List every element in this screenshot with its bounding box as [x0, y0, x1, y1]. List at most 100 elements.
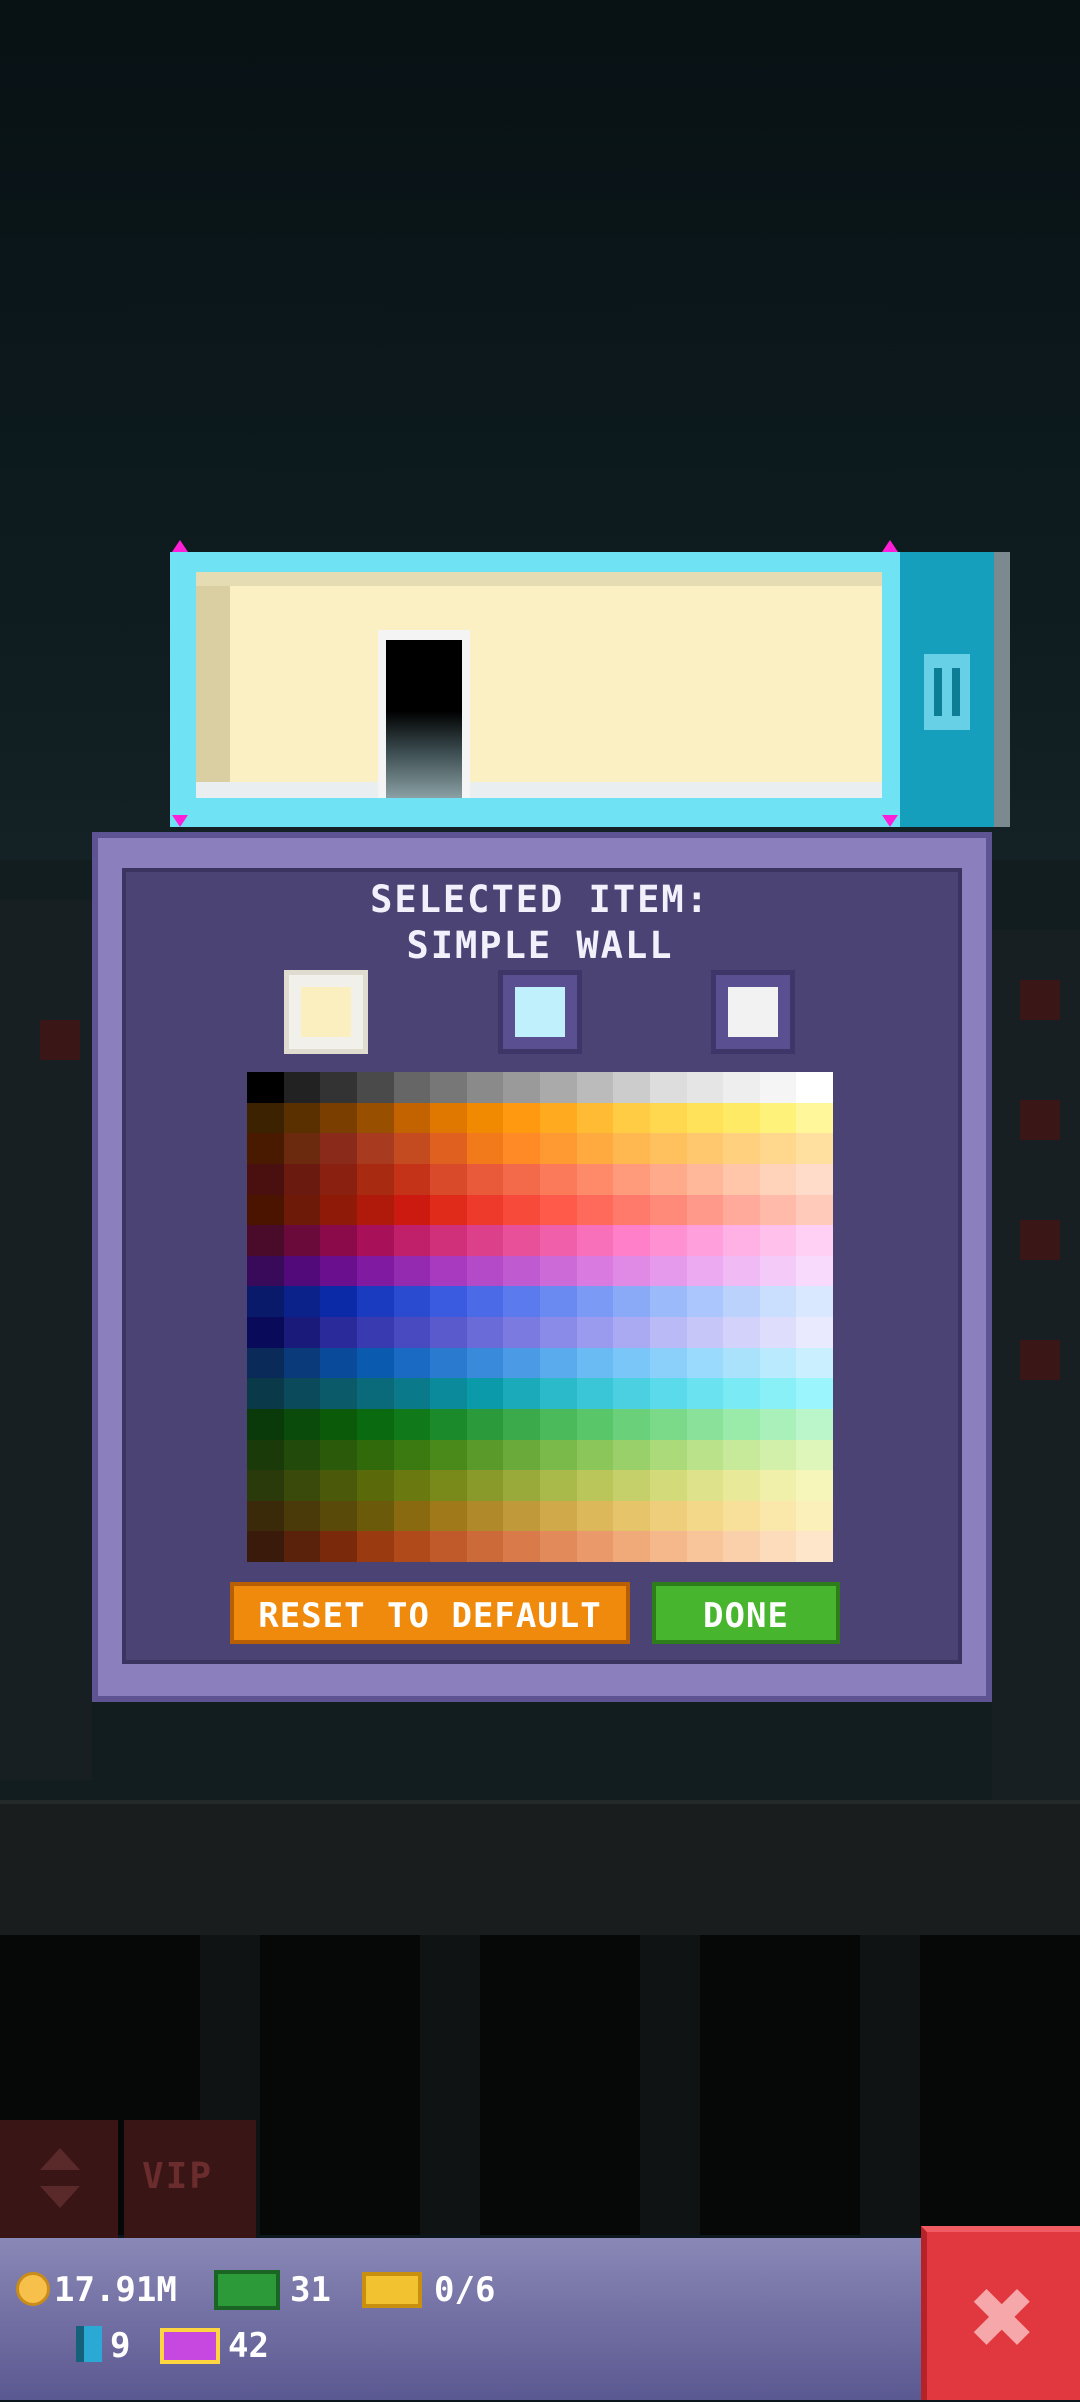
palette-color-cell[interactable] [649, 1255, 687, 1287]
palette-color-cell[interactable] [576, 1500, 614, 1532]
palette-color-cell[interactable] [430, 1347, 467, 1379]
palette-color-cell[interactable] [393, 1531, 431, 1562]
palette-color-cell[interactable] [247, 1500, 284, 1532]
palette-color-cell[interactable] [247, 1531, 284, 1562]
palette-color-cell[interactable] [723, 1470, 760, 1501]
palette-color-cell[interactable] [759, 1378, 797, 1409]
palette-color-cell[interactable] [796, 1470, 833, 1501]
palette-color-cell[interactable] [466, 1408, 504, 1440]
palette-color-cell[interactable] [247, 1286, 284, 1317]
palette-color-cell[interactable] [503, 1500, 540, 1532]
palette-color-cell[interactable] [576, 1408, 614, 1440]
palette-color-cell[interactable] [283, 1072, 321, 1103]
palette-color-cell[interactable] [430, 1225, 467, 1256]
palette-color-cell[interactable] [759, 1470, 797, 1501]
palette-color-cell[interactable] [686, 1102, 724, 1134]
done-button[interactable]: DONE [652, 1582, 840, 1644]
palette-color-cell[interactable] [283, 1163, 321, 1195]
palette-color-cell[interactable] [247, 1225, 284, 1256]
palette-color-cell[interactable] [759, 1286, 797, 1317]
palette-color-cell[interactable] [613, 1255, 650, 1287]
palette-color-cell[interactable] [247, 1194, 284, 1226]
palette-color-cell[interactable] [247, 1255, 284, 1287]
palette-color-cell[interactable] [503, 1286, 540, 1317]
palette-color-cell[interactable] [247, 1378, 284, 1409]
palette-color-cell[interactable] [576, 1317, 614, 1348]
palette-color-cell[interactable] [356, 1500, 394, 1532]
palette-color-cell[interactable] [393, 1225, 431, 1256]
palette-color-cell[interactable] [356, 1255, 394, 1287]
palette-color-cell[interactable] [576, 1194, 614, 1226]
palette-color-cell[interactable] [393, 1102, 431, 1134]
palette-color-cell[interactable] [393, 1378, 431, 1409]
palette-color-cell[interactable] [649, 1194, 687, 1226]
palette-color-cell[interactable] [723, 1194, 760, 1226]
palette-color-cell[interactable] [686, 1072, 724, 1103]
palette-color-cell[interactable] [430, 1470, 467, 1501]
palette-color-cell[interactable] [247, 1408, 284, 1440]
palette-color-cell[interactable] [393, 1500, 431, 1532]
palette-color-cell[interactable] [356, 1163, 394, 1195]
palette-color-cell[interactable] [320, 1194, 357, 1226]
palette-color-cell[interactable] [320, 1500, 357, 1532]
palette-color-cell[interactable] [649, 1102, 687, 1134]
palette-color-cell[interactable] [283, 1439, 321, 1471]
palette-color-cell[interactable] [430, 1531, 467, 1562]
palette-color-cell[interactable] [356, 1408, 394, 1440]
palette-color-cell[interactable] [466, 1102, 504, 1134]
palette-color-cell[interactable] [686, 1347, 724, 1379]
palette-color-cell[interactable] [686, 1163, 724, 1195]
palette-color-cell[interactable] [320, 1225, 357, 1256]
palette-color-cell[interactable] [796, 1286, 833, 1317]
palette-color-cell[interactable] [393, 1072, 431, 1103]
palette-color-cell[interactable] [356, 1194, 394, 1226]
palette-color-cell[interactable] [686, 1194, 724, 1226]
palette-color-cell[interactable] [613, 1317, 650, 1348]
palette-color-cell[interactable] [283, 1317, 321, 1348]
palette-color-cell[interactable] [283, 1500, 321, 1532]
palette-color-cell[interactable] [466, 1347, 504, 1379]
palette-color-cell[interactable] [540, 1163, 577, 1195]
palette-color-cell[interactable] [466, 1194, 504, 1226]
palette-color-cell[interactable] [613, 1133, 650, 1164]
palette-color-cell[interactable] [613, 1102, 650, 1134]
palette-color-cell[interactable] [356, 1439, 394, 1471]
palette-color-cell[interactable] [320, 1163, 357, 1195]
color-palette-grid[interactable] [247, 1072, 833, 1562]
palette-color-cell[interactable] [796, 1408, 833, 1440]
palette-color-cell[interactable] [247, 1072, 284, 1103]
palette-color-cell[interactable] [393, 1317, 431, 1348]
palette-color-cell[interactable] [247, 1439, 284, 1471]
palette-color-cell[interactable] [686, 1500, 724, 1532]
palette-color-cell[interactable] [759, 1317, 797, 1348]
palette-color-cell[interactable] [723, 1439, 760, 1471]
palette-color-cell[interactable] [540, 1378, 577, 1409]
palette-color-cell[interactable] [503, 1470, 540, 1501]
palette-color-cell[interactable] [503, 1439, 540, 1471]
palette-color-cell[interactable] [540, 1531, 577, 1562]
palette-color-cell[interactable] [613, 1225, 650, 1256]
palette-color-cell[interactable] [576, 1286, 614, 1317]
palette-color-cell[interactable] [723, 1133, 760, 1164]
palette-color-cell[interactable] [430, 1500, 467, 1532]
palette-color-cell[interactable] [723, 1072, 760, 1103]
palette-color-cell[interactable] [466, 1439, 504, 1471]
palette-color-cell[interactable] [466, 1255, 504, 1287]
palette-color-cell[interactable] [430, 1072, 467, 1103]
palette-color-cell[interactable] [356, 1072, 394, 1103]
palette-color-cell[interactable] [393, 1194, 431, 1226]
palette-color-cell[interactable] [796, 1500, 833, 1532]
palette-color-cell[interactable] [723, 1255, 760, 1287]
palette-color-cell[interactable] [283, 1470, 321, 1501]
palette-color-cell[interactable] [466, 1470, 504, 1501]
palette-color-cell[interactable] [796, 1163, 833, 1195]
palette-color-cell[interactable] [759, 1102, 797, 1134]
palette-color-cell[interactable] [503, 1194, 540, 1226]
palette-color-cell[interactable] [540, 1072, 577, 1103]
palette-color-cell[interactable] [540, 1470, 577, 1501]
palette-color-cell[interactable] [576, 1531, 614, 1562]
palette-color-cell[interactable] [759, 1408, 797, 1440]
vip-button[interactable]: VIP [124, 2120, 256, 2238]
palette-color-cell[interactable] [540, 1500, 577, 1532]
palette-color-cell[interactable] [723, 1500, 760, 1532]
